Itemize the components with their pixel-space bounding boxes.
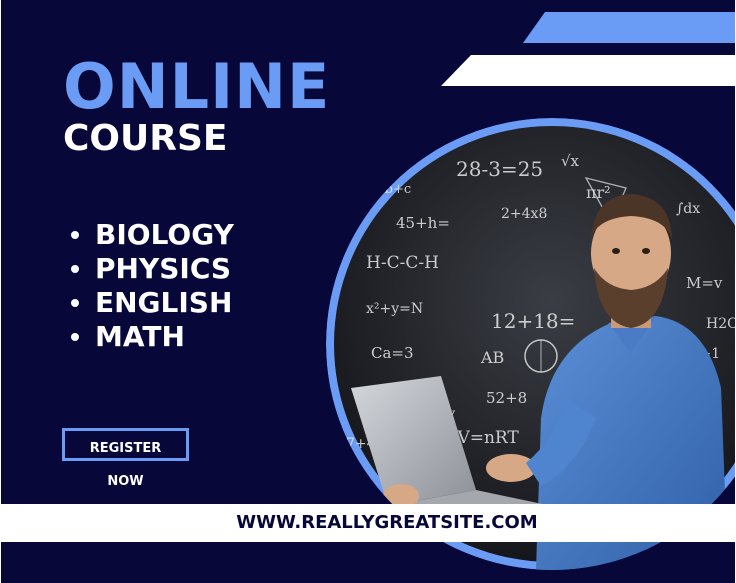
subject-item-math: MATH: [71, 320, 234, 354]
svg-text:52+8: 52+8: [486, 389, 527, 407]
subject-label: BIOLOGY: [95, 218, 234, 251]
svg-text:Ca=3: Ca=3: [371, 344, 414, 362]
subject-item-english: ENGLISH: [71, 286, 234, 320]
bullet-icon: [71, 231, 79, 239]
svg-text:45+h=: 45+h=: [396, 214, 450, 232]
svg-text:2+4x8: 2+4x8: [501, 206, 547, 222]
svg-text:28-3=25: 28-3=25: [456, 157, 543, 181]
subject-label: ENGLISH: [95, 286, 233, 319]
subject-item-biology: BIOLOGY: [71, 218, 234, 252]
svg-text:x²+y=N: x²+y=N: [366, 301, 423, 317]
svg-text:12+18=: 12+18=: [491, 309, 575, 333]
register-now-button[interactable]: REGISTER NOW: [62, 428, 189, 489]
svg-text:√x: √x: [561, 152, 580, 170]
website-url[interactable]: WWW.REALLYGREATSITE.COM: [1, 504, 735, 542]
bullet-icon: [71, 299, 79, 307]
poster: ONLINE COURSE BIOLOGY PHYSICS ENGLISH MA…: [1, 0, 735, 583]
accent-stripe-white: [441, 55, 735, 86]
subject-label: PHYSICS: [95, 252, 232, 285]
bullet-icon: [71, 333, 79, 341]
subject-label: MATH: [95, 320, 185, 353]
svg-text:H2O: H2O: [706, 316, 735, 332]
subject-item-physics: PHYSICS: [71, 252, 234, 286]
title-course: COURSE: [63, 118, 228, 159]
bullet-icon: [71, 265, 79, 273]
teacher-photo-illustration: 28-3=25 √x 45+h= 2+4x8 H-C-C-H πr² x²+y=…: [326, 118, 735, 570]
title-online: ONLINE: [63, 50, 331, 123]
svg-text:AB: AB: [480, 348, 504, 367]
svg-text:H-C-C-H: H-C-C-H: [366, 253, 439, 273]
svg-text:M=v: M=v: [686, 274, 723, 292]
teacher-photo: 28-3=25 √x 45+h= 2+4x8 H-C-C-H πr² x²+y=…: [326, 118, 735, 570]
subject-list: BIOLOGY PHYSICS ENGLISH MATH: [71, 218, 234, 354]
accent-stripe-top: [523, 12, 735, 43]
svg-text:a=b+c: a=b+c: [366, 182, 411, 197]
website-banner: WWW.REALLYGREATSITE.COM: [1, 504, 735, 542]
svg-text:∫dx: ∫dx: [676, 201, 700, 217]
